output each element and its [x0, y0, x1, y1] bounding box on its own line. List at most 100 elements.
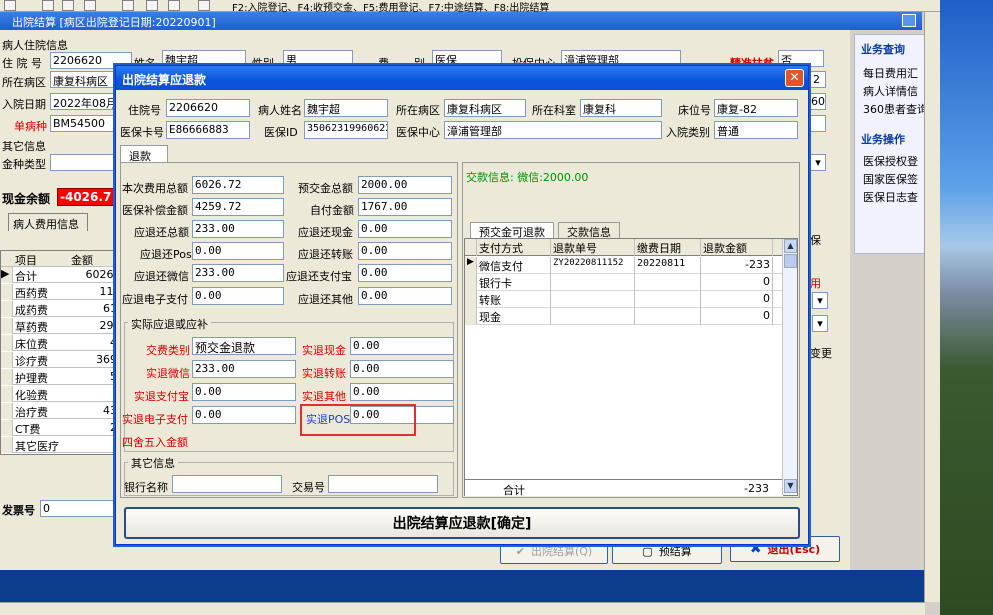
- single-disease-input[interactable]: BM54500: [50, 115, 116, 132]
- ward-label: 所在病区: [2, 76, 46, 89]
- should-refund-epay-label: 应退电子支付: [122, 293, 188, 306]
- trade-no-label: 交易号: [292, 481, 325, 494]
- fee-table-row[interactable]: ▶ 合计 6026.: [1, 267, 119, 283]
- admit-date-input[interactable]: 2022年08月: [50, 93, 116, 110]
- key-icon[interactable]: [4, 0, 16, 11]
- prepay-total-field: 2000.00: [358, 176, 452, 194]
- side-label-3: 变更: [810, 347, 832, 360]
- row-indicator: ▶: [465, 257, 477, 274]
- tab-payment-info[interactable]: 交款信息: [558, 222, 620, 239]
- scroll-down-icon[interactable]: ▼: [784, 479, 797, 493]
- grid-row[interactable]: 转账 0: [465, 291, 783, 308]
- grid-row[interactable]: ▶ 微信支付 ZY20220811152 20220811 -233: [465, 257, 783, 274]
- grid-row[interactable]: 现金 0: [465, 308, 783, 325]
- fee-item-amount: 11.: [99, 285, 118, 298]
- business-query-title: 业务查询: [861, 43, 905, 56]
- fee-table-row[interactable]: 西药费 11.: [1, 284, 119, 300]
- fee-table-row[interactable]: 草药费 29.: [1, 318, 119, 334]
- right-business-panel: 业务查询 每日费用汇 病人详情信 360患者查询 业务操作 医保授权登 国家医保…: [854, 34, 928, 254]
- presettle-label: 预结算: [658, 545, 692, 558]
- actual-other-label: 实退其他: [302, 390, 346, 403]
- right-dropdown-1[interactable]: ▾: [810, 154, 826, 171]
- query-item-daily-fee[interactable]: 每日费用汇: [863, 65, 918, 81]
- actual-cash-label: 实退现金: [302, 344, 346, 357]
- fee-header-item: 项目: [15, 254, 37, 267]
- fee-table-row[interactable]: 其它医疗: [1, 437, 119, 453]
- actual-wechat-input[interactable]: 233.00: [192, 360, 296, 378]
- dialog-titlebar: 出院结算应退款 ✕: [116, 66, 808, 90]
- admit-no-field: 2206620: [166, 99, 250, 117]
- grid-cell-refund-no: [551, 308, 635, 325]
- actual-epay-input[interactable]: 0.00: [192, 406, 296, 424]
- grid-total-value: -233: [744, 482, 769, 495]
- vertical-scrollbar[interactable]: [924, 12, 940, 602]
- close-icon[interactable]: ✕: [785, 69, 804, 87]
- ops-item-national-sign[interactable]: 国家医保签: [863, 171, 918, 187]
- query-item-patient-detail[interactable]: 病人详情信: [863, 83, 918, 99]
- scroll-thumb[interactable]: [784, 254, 797, 268]
- charge-type-field[interactable]: 预交金退款: [192, 337, 296, 355]
- grid-cell-refund-amount: 0: [701, 274, 773, 291]
- fee-item-name: 成药费: [15, 304, 48, 317]
- right-value-1: 2: [810, 71, 826, 88]
- grid-scrollbar[interactable]: ▲ ▼: [782, 239, 797, 495]
- right-input-3[interactable]: [810, 115, 826, 132]
- tab-patient-fees[interactable]: 病人费用信息: [8, 213, 88, 231]
- should-refund-epay-field: 0.00: [192, 287, 284, 305]
- dept-label: 所在科室: [532, 104, 576, 117]
- print-icon[interactable]: [62, 0, 74, 11]
- fee-table-row[interactable]: 诊疗费 369: [1, 352, 119, 368]
- tab-prepay-refundable[interactable]: 预交金可退款: [470, 222, 554, 239]
- fee-table-row[interactable]: 床位费 4: [1, 335, 119, 351]
- actual-transfer-input[interactable]: 0.00: [350, 360, 454, 378]
- bg-window-titlebar: 出院结算 [病区出院登记日期:20220901]: [0, 12, 922, 30]
- fee-item-name: 床位费: [15, 338, 48, 351]
- confirm-refund-button[interactable]: 出院结算应退款[确定]: [124, 507, 800, 539]
- tab-refund[interactable]: 退款: [120, 145, 168, 163]
- scroll-up-icon[interactable]: ▲: [784, 239, 797, 253]
- fee-table-row[interactable]: 成药费 61: [1, 301, 119, 317]
- ops-item-insurance-auth[interactable]: 医保授权登: [863, 153, 918, 169]
- fee-item-amount: 61: [103, 302, 117, 315]
- fund-type-label: 金种类型: [2, 158, 46, 171]
- query-item-360[interactable]: 360患者查询: [863, 101, 928, 117]
- row-indicator: [1, 318, 13, 334]
- grid-cell-method: 现金: [477, 308, 551, 325]
- fee-item-amount: 6026.: [85, 268, 118, 281]
- admit-type-field: 普通: [714, 121, 798, 139]
- row-indicator: [465, 274, 477, 291]
- right-dropdown-3[interactable]: ▾: [812, 315, 828, 332]
- fee-table-row[interactable]: 化验费: [1, 386, 119, 402]
- bank-label: 银行名称: [124, 481, 168, 494]
- grid-icon[interactable]: [146, 0, 158, 11]
- right-dropdown-2[interactable]: ▾: [812, 292, 828, 309]
- report-icon[interactable]: [168, 0, 180, 11]
- minimize-button[interactable]: [902, 14, 916, 27]
- actual-cash-input[interactable]: 0.00: [350, 337, 454, 355]
- ops-item-insurance-log[interactable]: 医保日志查: [863, 189, 918, 205]
- should-refund-wechat-label: 应退还微信: [134, 270, 189, 283]
- should-refund-alipay-label: 应退还支付宝: [286, 270, 352, 283]
- invoice-input[interactable]: 0: [40, 500, 120, 517]
- bank-input[interactable]: [172, 475, 282, 493]
- fee-table-row[interactable]: CT费 2: [1, 420, 119, 436]
- desktop-wallpaper: [940, 0, 993, 615]
- actual-other-input[interactable]: 0.00: [350, 383, 454, 401]
- exit-door-icon[interactable]: [198, 0, 210, 11]
- horizontal-scrollbar[interactable]: [0, 602, 925, 615]
- other-info-label: 其它信息: [2, 140, 46, 153]
- card-label: 医保卡号: [120, 126, 164, 139]
- calculator-icon[interactable]: [122, 0, 134, 11]
- should-refund-wechat-field: 233.00: [192, 264, 284, 282]
- grid-total-label: 合计: [503, 484, 525, 497]
- fund-type-select[interactable]: [50, 154, 116, 171]
- fee-table-row[interactable]: 护理费 5: [1, 369, 119, 385]
- grid-cell-refund-amount: -233: [701, 257, 773, 274]
- fee-table-row[interactable]: 治疗费 43: [1, 403, 119, 419]
- ward-input[interactable]: 康复科病区: [50, 71, 116, 88]
- window-icon[interactable]: [84, 0, 96, 11]
- trade-no-input[interactable]: [328, 475, 438, 493]
- actual-alipay-input[interactable]: 0.00: [192, 383, 296, 401]
- grid-row[interactable]: 银行卡 0: [465, 274, 783, 291]
- save-icon[interactable]: [42, 0, 54, 11]
